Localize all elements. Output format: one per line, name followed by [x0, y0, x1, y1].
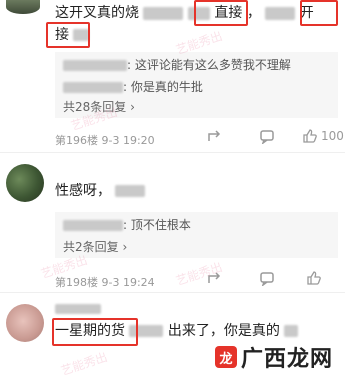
- blurred-username: [55, 304, 101, 314]
- share-icon: [208, 130, 221, 141]
- blurred-text: [115, 185, 146, 197]
- chevron-right-icon: ›: [122, 240, 128, 254]
- comment-text-line-1: 这开叉真的烧 直接 ， 开: [55, 5, 314, 21]
- like-button[interactable]: [306, 270, 322, 286]
- thumbs-up-icon: [303, 129, 317, 143]
- logo-mark-icon: 龙: [214, 346, 237, 368]
- comment-text: 性感呀，: [55, 180, 146, 202]
- highlight-box: [52, 318, 138, 346]
- share-button[interactable]: [206, 128, 222, 144]
- highlight-box: [194, 0, 248, 26]
- blurred-text: [143, 6, 184, 20]
- like-button[interactable]: 100: [302, 128, 344, 144]
- comment-button[interactable]: [259, 128, 275, 144]
- chevron-right-icon: ›: [130, 100, 135, 114]
- logo-text: 广西龙网: [240, 347, 333, 372]
- like-count: 100: [321, 129, 344, 143]
- avatar[interactable]: [6, 164, 44, 202]
- divider: [0, 292, 345, 293]
- reply-item[interactable]: : 这评论能有这么多赞我不理解: [63, 56, 291, 73]
- reply-item[interactable]: : 顶不住根本: [63, 216, 191, 233]
- blurred-username: [63, 60, 127, 71]
- blurred-text: [265, 6, 296, 20]
- comment-icon: [260, 130, 274, 144]
- blurred-username: [63, 220, 123, 231]
- avatar[interactable]: [6, 0, 40, 14]
- reply-item[interactable]: : 你是真的牛批: [63, 78, 203, 95]
- highlight-box: [46, 22, 90, 48]
- blurred-text: [284, 325, 299, 337]
- comment-meta: 第198楼 9-3 19:24: [55, 276, 155, 289]
- reply-box: : 顶不住根本 共2条回复 ›: [55, 212, 338, 258]
- blurred-username: [63, 82, 123, 93]
- divider: [0, 152, 345, 153]
- highlight-box: [300, 0, 338, 26]
- comment-button[interactable]: [259, 270, 275, 286]
- comment-meta: 第196楼 9-3 19:20: [55, 134, 155, 147]
- site-logo: 龙 广西龙网: [214, 341, 333, 373]
- comment-1: 这开叉真的烧 直接 ， 开 接 : 这评论能有这么多赞我不理解 : 你是真的牛批…: [0, 0, 345, 148]
- avatar[interactable]: [6, 304, 44, 342]
- thumbs-up-icon: [307, 271, 321, 285]
- comment-icon: [260, 272, 274, 286]
- view-replies-link[interactable]: 共2条回复 ›: [63, 238, 127, 255]
